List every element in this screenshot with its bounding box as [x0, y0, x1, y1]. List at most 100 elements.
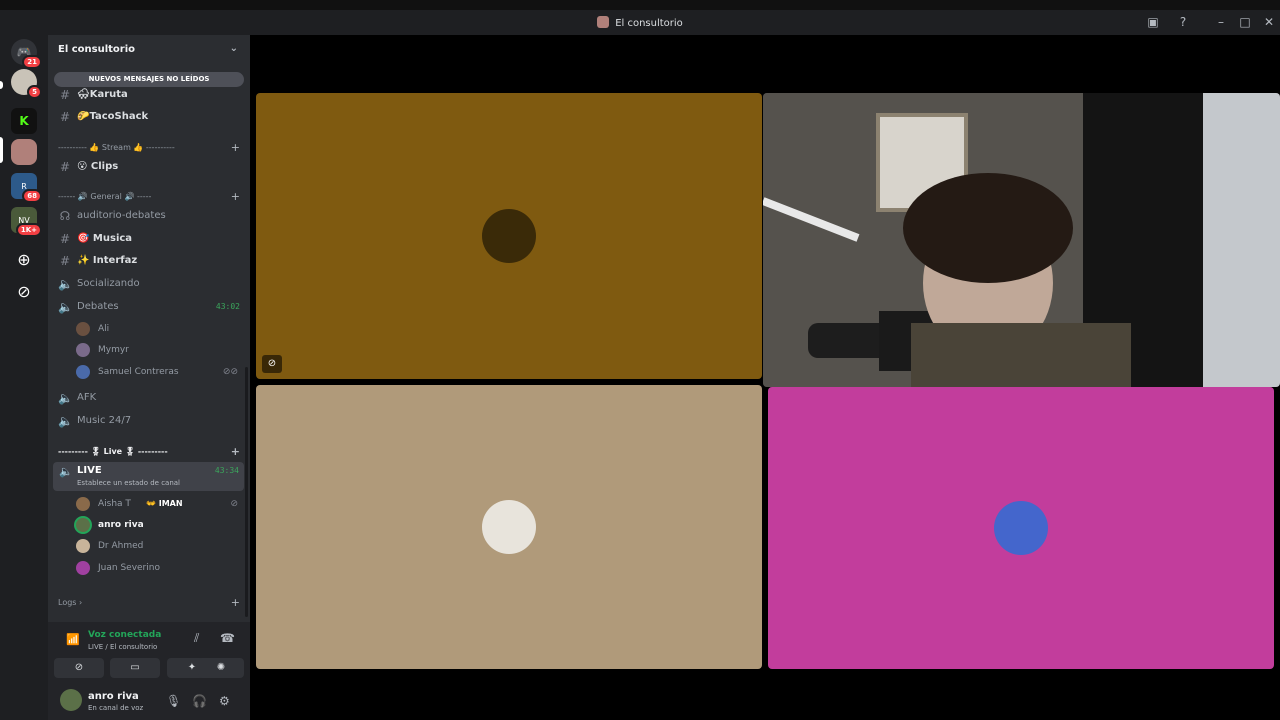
server-folder-1[interactable]: R 68 [11, 173, 42, 203]
speaker-icon: 🔈 [59, 465, 73, 478]
video-grid: ⊘ [250, 35, 1280, 720]
category-stream[interactable]: ---------- 👍 Stream 👍 ---------- + [58, 141, 244, 155]
voice-user[interactable]: anro riva [76, 515, 242, 535]
voice-location[interactable]: LIVE / El consultorio [88, 643, 157, 651]
avatar [76, 497, 90, 511]
server-badge: 5 [27, 85, 42, 99]
server-folder-2[interactable]: NV 1K+ [11, 207, 42, 237]
video-tile-sunflower[interactable]: ⊘ [256, 93, 762, 379]
dm-badge: 21 [22, 55, 42, 69]
muted-icon: ⊘ [230, 499, 238, 509]
voice-connection-panel: 📶 Voz conectada LIVE / El consultorio ⫽ … [48, 622, 250, 684]
muted-deafened-icon: ⊘⊘ [222, 367, 238, 377]
avatar [482, 209, 536, 263]
hash-icon: # [59, 110, 71, 124]
add-channel-icon[interactable]: + [231, 596, 240, 610]
add-channel-icon[interactable]: + [231, 445, 240, 459]
server-header[interactable]: El consultorio ⌄ [48, 35, 250, 65]
signal-icon[interactable]: 📶 [66, 633, 80, 646]
voice-user[interactable]: Dr Ahmed [76, 536, 242, 556]
channel-live[interactable]: 🔈 LIVE Establece un estado de canal 43:3… [53, 462, 244, 491]
voice-timer: 43:34 [214, 466, 239, 475]
channel-auditorio-debates[interactable]: ☊ auditorio-debates [54, 206, 244, 226]
direct-messages-button[interactable]: 🎮 21 [11, 39, 42, 69]
channel-tacoshack[interactable]: # 🌮TacoShack [54, 107, 244, 127]
voice-user[interactable]: Ali [76, 319, 242, 339]
disconnect-icon[interactable]: ☎ [220, 631, 235, 645]
camera-toggle-button[interactable]: ⊘ [54, 658, 104, 678]
user-name[interactable]: anro riva [88, 691, 139, 702]
avatar [994, 501, 1048, 555]
avatar[interactable] [60, 689, 82, 711]
voice-user[interactable]: Mymyr [76, 340, 242, 360]
avatar [76, 343, 90, 357]
user-tag: 👐 IMAN [146, 499, 183, 508]
hash-icon: # [59, 160, 71, 174]
server-icon-kick[interactable]: K [11, 108, 37, 134]
active-pill [0, 137, 3, 163]
channel-karuta[interactable]: # 🌨Karuta [54, 85, 244, 105]
chevron-down-icon: ⌄ [229, 43, 238, 54]
voice-user[interactable]: Samuel Contreras ⊘⊘ [76, 362, 242, 382]
stage-icon: ☊ [59, 209, 71, 223]
avatar [76, 539, 90, 553]
hash-icon: # [59, 254, 71, 268]
webcam-feed [763, 93, 1280, 387]
avatar [482, 500, 536, 554]
server-icon-el-consultorio[interactable] [11, 139, 37, 165]
headphones-icon[interactable]: 🎧 [192, 694, 207, 708]
voice-timer: 43:02 [215, 302, 240, 311]
channel-status[interactable]: Establece un estado de canal [77, 479, 180, 487]
hash-icon: # [59, 232, 71, 246]
add-channel-icon[interactable]: + [231, 190, 240, 204]
avatar [76, 561, 90, 575]
noise-suppression-icon[interactable]: ⫽ [194, 631, 199, 646]
channel-socializando[interactable]: 🔈 Socializando [54, 274, 244, 294]
voice-user[interactable]: Aisha T 👐 IMAN ⊘ [76, 494, 242, 514]
avatar [76, 322, 90, 336]
category-logs[interactable]: Logs › + [58, 596, 244, 610]
folder-badge: 1K+ [15, 223, 42, 237]
close-button[interactable]: ✕ [1260, 13, 1278, 31]
channel-interfaz[interactable]: # ✨ Interfaz [54, 251, 244, 271]
user-panel: anro riva En canal de voz 🎙 🎧 ⚙ [48, 684, 250, 720]
title-bar: El consultorio ▣ ? – □ ✕ [0, 0, 1280, 35]
screen-share-button[interactable]: ▭ [110, 658, 160, 678]
minimize-button[interactable]: – [1212, 13, 1230, 31]
avatar [76, 518, 90, 532]
speaker-icon: 🔈 [58, 277, 73, 291]
inbox-icon[interactable]: ▣ [1144, 13, 1162, 31]
category-general[interactable]: ------ 🔊 General 🔊 ----- + [58, 190, 244, 204]
video-tile-juan-severino[interactable] [768, 387, 1274, 669]
voice-user[interactable]: Juan Severino [76, 558, 242, 578]
add-channel-icon[interactable]: + [231, 141, 240, 155]
speaker-icon: 🔈 [58, 300, 73, 314]
channel-musica[interactable]: # 🎯 Musica [54, 229, 244, 249]
server-icon-1[interactable]: 5 [11, 69, 42, 99]
maximize-button[interactable]: □ [1236, 13, 1254, 31]
hash-icon: # [59, 88, 71, 102]
gear-icon[interactable]: ⚙ [219, 694, 230, 708]
server-rail: 🎮 21 5 K R 68 NV 1K+ ⊕ ⊘ [0, 35, 48, 720]
window-title: El consultorio [0, 16, 1280, 29]
muted-icon: ⊘ [262, 355, 282, 373]
channel-clips[interactable]: # 😮 Clips [54, 157, 244, 177]
soundboard-button[interactable]: ✺ [198, 658, 244, 678]
discover-icon[interactable]: ⊘ [11, 278, 37, 304]
voice-status[interactable]: Voz conectada [88, 630, 161, 640]
help-icon[interactable]: ? [1174, 13, 1192, 31]
category-live[interactable]: --------- 🎖 Live 🎖 --------- + [58, 445, 244, 459]
channel-debates[interactable]: 🔈 Debates 43:02 [54, 297, 244, 317]
add-server-icon[interactable]: ⊕ [11, 246, 37, 272]
channel-music-24-7[interactable]: 🔈 Music 24/7 [54, 411, 244, 431]
user-status: En canal de voz [88, 704, 144, 712]
scrollbar[interactable] [245, 367, 248, 617]
channel-afk[interactable]: 🔈 AFK [54, 388, 244, 408]
video-tile-webcam[interactable] [763, 93, 1280, 387]
microphone-icon[interactable]: 🎙 [166, 694, 181, 708]
video-tile-dr-ahmed[interactable] [256, 385, 762, 669]
channel-sidebar: El consultorio ⌄ NUEVOS MENSAJES NO LEÍDO… [48, 35, 250, 720]
folder-badge: 68 [22, 189, 42, 203]
speaker-icon: 🔈 [58, 414, 73, 428]
speaker-icon: 🔈 [58, 391, 73, 405]
